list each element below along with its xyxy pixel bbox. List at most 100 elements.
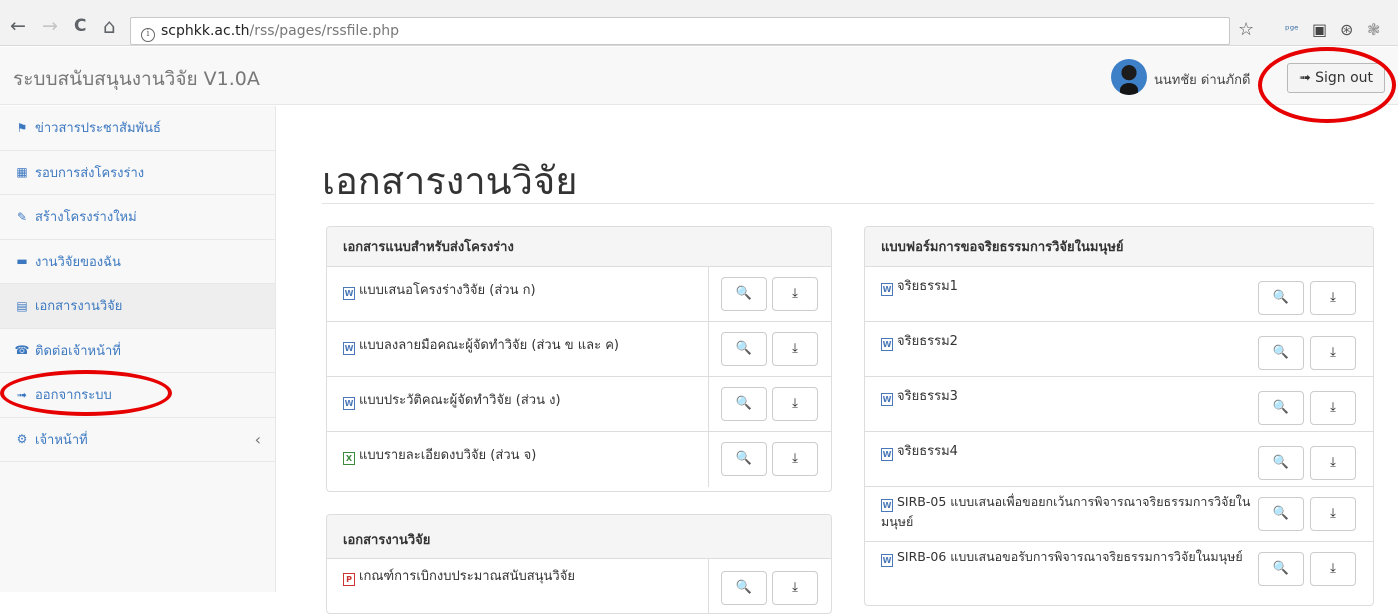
megaphone-icon: ⚑ bbox=[16, 120, 28, 135]
extension-save-icon[interactable]: ▣ bbox=[1312, 21, 1327, 39]
download-button[interactable]: ⤓ bbox=[1310, 446, 1356, 480]
sidebar-item-my-research[interactable]: ▬ งานวิจัยของฉัน bbox=[0, 240, 275, 284]
view-button[interactable]: 🔍 bbox=[721, 387, 767, 421]
download-button[interactable]: ⤓ bbox=[1310, 552, 1356, 586]
search-icon: 🔍 bbox=[735, 286, 753, 301]
highlight-ring-signout bbox=[1258, 47, 1396, 123]
file-name[interactable]: เกณฑ์การเบิกงบประมาณสนับสนุนวิจัย bbox=[359, 569, 575, 584]
download-button[interactable]: ⤓ bbox=[772, 387, 818, 421]
sidebar-item-label: งานวิจัยของฉัน bbox=[35, 254, 121, 270]
home-icon[interactable]: ⌂ bbox=[103, 16, 116, 36]
extension-globe-icon[interactable]: ⊛ bbox=[1340, 21, 1353, 39]
view-button[interactable]: 🔍 bbox=[1258, 446, 1304, 480]
word-file-icon: W bbox=[881, 554, 893, 567]
view-button[interactable]: 🔍 bbox=[1258, 336, 1304, 370]
bookmark-star-icon[interactable]: ☆ bbox=[1238, 21, 1254, 39]
sidebar-item-label: รอบการส่งโครงร่าง bbox=[35, 165, 145, 181]
word-file-icon: ▤ bbox=[16, 298, 28, 313]
view-button[interactable]: 🔍 bbox=[721, 442, 767, 476]
main-content: เอกสารงานวิจัย เอกสารแนบสำหรับส่งโครงร่า… bbox=[277, 106, 1398, 614]
reload-icon[interactable]: C bbox=[74, 17, 86, 36]
sidebar-item-label: ข่าวสารประชาสัมพันธ์ bbox=[35, 121, 161, 137]
view-button[interactable]: 🔍 bbox=[721, 332, 767, 366]
download-button[interactable]: ⤓ bbox=[772, 442, 818, 476]
download-icon: ⤓ bbox=[1330, 506, 1336, 521]
file-name[interactable]: จริยธรรม4 bbox=[897, 444, 958, 459]
chevron-left-icon[interactable]: ‹ bbox=[255, 430, 261, 449]
list-item: W แบบเสนอโครงร่างวิจัย (ส่วน ก) 🔍 ⤓ bbox=[327, 267, 831, 322]
view-button[interactable]: 🔍 bbox=[1258, 391, 1304, 425]
list-item: P เกณฑ์การเบิกงบประมาณสนับสนุนวิจัย 🔍 ⤓ bbox=[327, 559, 831, 613]
list-item: W SIRB-06 แบบเสนอขอรับการพิจารณาจริยธรรมก… bbox=[865, 542, 1373, 597]
sidebar: ⚑ ข่าวสารประชาสัมพันธ์ ▦ รอบการส่งโครงร่าง… bbox=[0, 106, 276, 592]
panel-heading: เอกสารแนบสำหรับส่งโครงร่าง bbox=[327, 227, 831, 267]
edit-icon: ✎ bbox=[16, 209, 28, 224]
list-item: W SIRB-05 แบบเสนอเพื่อขอยกเว้นการพิจารณาจ… bbox=[865, 487, 1373, 542]
list-item: W จริยธรรม1 🔍 ⤓ bbox=[865, 267, 1373, 322]
file-name[interactable]: จริยธรรม3 bbox=[897, 389, 958, 404]
file-name[interactable]: SIRB-06 แบบเสนอขอรับการพิจารณาจริยธรรมกา… bbox=[897, 549, 1243, 564]
download-button[interactable]: ⤓ bbox=[772, 332, 818, 366]
title-divider bbox=[322, 203, 1374, 204]
sidebar-item-new-proposal[interactable]: ✎ สร้างโครงร่างใหม่ bbox=[0, 195, 275, 240]
excel-file-icon: X bbox=[343, 452, 355, 465]
word-file-icon: W bbox=[343, 342, 355, 355]
download-icon: ⤓ bbox=[792, 580, 798, 595]
cogs-icon: ⚙ bbox=[16, 432, 28, 447]
app-brand[interactable]: ระบบสนับสนุนงานวิจัย V1.0A bbox=[13, 64, 260, 94]
sidebar-item-label: เจ้าหน้าที่ bbox=[35, 432, 88, 448]
download-icon: ⤓ bbox=[792, 286, 798, 301]
back-icon[interactable]: ← bbox=[10, 17, 26, 36]
avatar[interactable] bbox=[1111, 59, 1147, 95]
user-name: นนทชัย ด่านภักดี bbox=[1154, 73, 1251, 88]
search-icon: 🔍 bbox=[1272, 455, 1290, 470]
sidebar-item-staff[interactable]: ⚙ เจ้าหน้าที่ ‹ bbox=[0, 418, 275, 462]
download-button[interactable]: ⤓ bbox=[1310, 497, 1356, 531]
sidebar-item-label: ติดต่อเจ้าหน้าที่ bbox=[35, 343, 121, 359]
extension-page-icon[interactable]: ᵖᵍᵉ bbox=[1285, 21, 1299, 39]
word-file-icon: W bbox=[881, 499, 893, 512]
view-button[interactable]: 🔍 bbox=[1258, 281, 1304, 315]
file-name[interactable]: จริยธรรม1 bbox=[897, 279, 958, 294]
list-item: W จริยธรรม3 🔍 ⤓ bbox=[865, 377, 1373, 432]
file-name[interactable]: แบบประวัติคณะผู้จัดทำวิจัย (ส่วน ง) bbox=[359, 393, 561, 408]
word-file-icon: W bbox=[343, 397, 355, 410]
forward-icon[interactable]: → bbox=[42, 17, 58, 36]
app-navbar: ระบบสนับสนุนงานวิจัย V1.0A นนทชัย ด่านภั… bbox=[0, 47, 1398, 105]
search-icon: 🔍 bbox=[735, 580, 753, 595]
view-button[interactable]: 🔍 bbox=[1258, 552, 1304, 586]
view-button[interactable]: 🔍 bbox=[1258, 497, 1304, 531]
download-icon: ⤓ bbox=[792, 396, 798, 411]
highlight-ring-logout bbox=[0, 370, 172, 416]
list-item: X แบบรายละเอียดงบวิจัย (ส่วน จ) 🔍 ⤓ bbox=[327, 432, 831, 487]
download-button[interactable]: ⤓ bbox=[1310, 336, 1356, 370]
site-info-icon[interactable]: i bbox=[141, 28, 155, 42]
search-icon: 🔍 bbox=[735, 451, 753, 466]
file-name[interactable]: แบบลงลายมือคณะผู้จัดทำวิจัย (ส่วน ข และ … bbox=[359, 338, 619, 353]
download-button[interactable]: ⤓ bbox=[772, 277, 818, 311]
download-button[interactable]: ⤓ bbox=[1310, 391, 1356, 425]
ethics-forms-panel: แบบฟอร์มการขอจริยธรรมการวิจัยในมนุษย์ Wจ… bbox=[864, 226, 1374, 606]
sidebar-item-submission-rounds[interactable]: ▦ รอบการส่งโครงร่าง bbox=[0, 151, 275, 195]
list-item: W จริยธรรม2 🔍 ⤓ bbox=[865, 322, 1373, 377]
list-item: W จริยธรรม4 🔍 ⤓ bbox=[865, 432, 1373, 487]
view-button[interactable]: 🔍 bbox=[721, 277, 767, 311]
download-icon: ⤓ bbox=[1330, 561, 1336, 576]
research-documents-panel: เอกสารงานวิจัย P เกณฑ์การเบิกงบประมาณสนับ… bbox=[326, 514, 832, 614]
file-name[interactable]: SIRB-05 แบบเสนอเพื่อขอยกเว้นการพิจารณาจร… bbox=[881, 494, 1250, 529]
sidebar-item-research-documents[interactable]: ▤ เอกสารงานวิจัย bbox=[0, 284, 275, 329]
download-icon: ⤓ bbox=[1330, 290, 1336, 305]
search-icon: 🔍 bbox=[735, 341, 753, 356]
search-icon: 🔍 bbox=[735, 396, 753, 411]
view-button[interactable]: 🔍 bbox=[721, 571, 767, 605]
panel-heading: เอกสารงานวิจัย bbox=[327, 515, 831, 559]
sidebar-item-contact-staff[interactable]: ☎ ติดต่อเจ้าหน้าที่ bbox=[0, 329, 275, 373]
download-button[interactable]: ⤓ bbox=[1310, 281, 1356, 315]
sidebar-item-news[interactable]: ⚑ ข่าวสารประชาสัมพันธ์ bbox=[0, 106, 275, 151]
file-name[interactable]: จริยธรรม2 bbox=[897, 334, 958, 349]
file-name[interactable]: แบบเสนอโครงร่างวิจัย (ส่วน ก) bbox=[359, 283, 536, 298]
download-button[interactable]: ⤓ bbox=[772, 571, 818, 605]
address-bar[interactable]: i scphkk.ac.th/rss/pages/rssfile.php bbox=[130, 17, 1230, 45]
file-name[interactable]: แบบรายละเอียดงบวิจัย (ส่วน จ) bbox=[359, 448, 536, 463]
extension-plugin-icon[interactable]: ❃ bbox=[1367, 21, 1380, 39]
